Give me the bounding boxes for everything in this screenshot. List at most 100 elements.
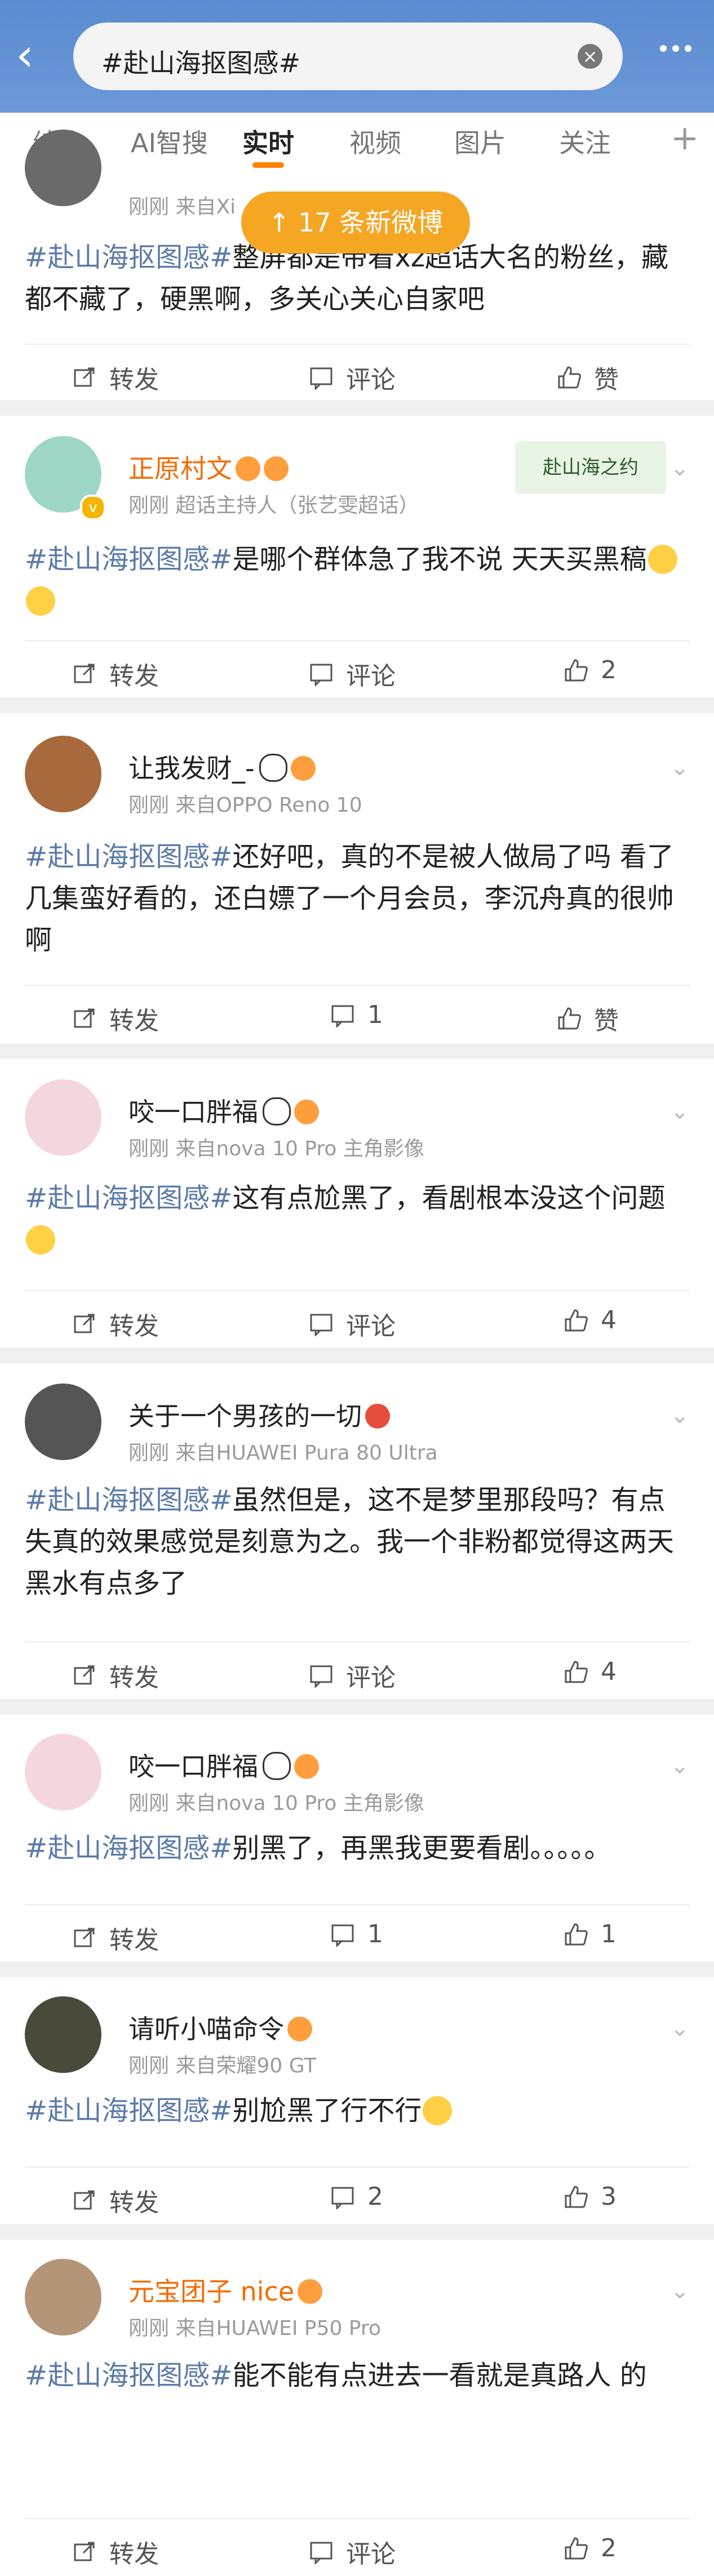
post-meta: 刚刚 来自Xi [128, 195, 236, 219]
post-card[interactable]: v 正原村文 刚刚 超话主持人（张艺雯超话） 赴山海之约 ⌄ #赴山海抠图感#是… [0, 416, 714, 697]
repost-icon [72, 365, 97, 390]
repost-button[interactable]: 转发 [72, 1920, 159, 1956]
repost-button[interactable]: 转发 [72, 1306, 159, 1342]
chevron-down-icon[interactable]: ⌄ [670, 1753, 689, 1779]
chevron-down-icon[interactable]: ⌄ [670, 755, 689, 781]
post-card[interactable]: 咬一口胖福 刚刚 来自nova 10 Pro 主角影像 ⌄ #赴山海抠图感#别黑… [0, 1715, 714, 1961]
post-content: #赴山海抠图感#这有点尬黑了，看剧根本没这个问题 [25, 1177, 690, 1261]
repost-button[interactable]: 转发 [72, 1000, 159, 1036]
like-button[interactable]: 赞 [557, 359, 619, 395]
search-input[interactable]: #赴山海抠图感# [101, 43, 300, 80]
username[interactable]: 让我发财_- [128, 748, 316, 785]
hashtag[interactable]: #赴山海抠图感# [25, 1182, 232, 1214]
username[interactable]: 咬一口胖福 [128, 1746, 319, 1783]
feed-gap [0, 2224, 714, 2240]
dog-emoji-icon [648, 545, 677, 574]
thumbs-up-icon [564, 658, 588, 683]
post-card[interactable]: 关于一个男孩的一切 刚刚 来自HUAWEI Pura 80 Ultra ⌄ #赴… [0, 1363, 714, 1699]
post-card[interactable]: 元宝团子 nice 刚刚 来自HUAWEI P50 Pro ⌄ #赴山海抠图感#… [0, 2240, 714, 2576]
chevron-down-icon[interactable]: ⌄ [670, 2016, 689, 2041]
hashtag[interactable]: #赴山海抠图感# [25, 2095, 232, 2126]
clear-search-icon[interactable]: × [578, 44, 602, 69]
chevron-down-icon[interactable]: ⌄ [670, 1098, 689, 1124]
top-bar: ‹ #赴山海抠图感# × [0, 0, 714, 113]
repost-icon [72, 2188, 97, 2213]
comment-icon [309, 1311, 334, 1337]
tab-bar: 综合 AI智搜 实时 视频 图片 关注 + [0, 113, 714, 170]
verified-badge-icon: v [80, 495, 106, 520]
smirk-emoji-icon [26, 1225, 55, 1254]
thumbs-up-icon [564, 1660, 588, 1684]
back-arrow-icon[interactable]: ‹ [16, 33, 50, 78]
chevron-down-icon[interactable]: ⌄ [670, 1403, 689, 1429]
comment-button[interactable]: 1 [330, 1000, 383, 1029]
feed-gap [0, 697, 714, 713]
tab-following[interactable]: 关注 [559, 123, 611, 160]
post-content: #赴山海抠图感#能不能有点进去一看就是真路人 的 [25, 2355, 690, 2396]
like-button[interactable]: 2 [564, 656, 617, 684]
hashtag[interactable]: #赴山海抠图感# [25, 841, 232, 873]
post-meta: 刚刚 来自nova 10 Pro 主角影像 [128, 1137, 424, 1160]
chevron-down-icon[interactable]: ⌄ [670, 2278, 689, 2304]
avatar[interactable] [25, 1383, 101, 1460]
username[interactable]: 咬一口胖福 [128, 1092, 319, 1129]
avatar[interactable] [25, 1079, 101, 1156]
more-icon[interactable] [660, 45, 691, 52]
comment-button[interactable]: 评论 [309, 656, 396, 692]
avatar[interactable] [25, 736, 101, 812]
action-bar: 转发 评论 赞 [0, 345, 714, 401]
tab-images[interactable]: 图片 [454, 123, 506, 160]
username[interactable]: 请听小喵命令 [128, 2009, 312, 2046]
chevron-down-icon[interactable]: ⌄ [670, 455, 689, 481]
username[interactable]: 关于一个男孩的一切 [128, 1396, 390, 1433]
new-posts-notice[interactable]: ↑ 17 条新微博 [241, 192, 470, 253]
avatar[interactable] [25, 130, 101, 206]
tab-realtime[interactable]: 实时 [242, 123, 294, 160]
hashtag[interactable]: #赴山海抠图感# [25, 2360, 232, 2391]
comment-button[interactable]: 1 [330, 1920, 383, 1948]
username[interactable]: 元宝团子 nice [128, 2271, 323, 2308]
comment-button[interactable]: 评论 [309, 359, 396, 395]
tab-ai-search[interactable]: AI智搜 [131, 123, 208, 160]
like-button[interactable]: 2 [564, 2534, 617, 2562]
post-meta: 刚刚 超话主持人（张艺雯超话） [128, 494, 419, 517]
comment-button[interactable]: 评论 [309, 1657, 396, 1693]
repost-button[interactable]: 转发 [72, 1657, 159, 1693]
hashtag[interactable]: #赴山海抠图感# [25, 1832, 232, 1864]
search-box[interactable]: #赴山海抠图感# × [73, 23, 623, 90]
comment-button[interactable]: 2 [330, 2182, 383, 2211]
tab-video[interactable]: 视频 [349, 123, 401, 160]
like-button[interactable]: 1 [564, 1920, 617, 1948]
panda-badge-icon [263, 1752, 291, 1780]
thumbs-up-icon [564, 1922, 588, 1947]
avatar[interactable] [25, 1734, 101, 1810]
action-bar: 转发 评论 4 [0, 1643, 714, 1699]
post-meta: 刚刚 来自nova 10 Pro 主角影像 [128, 1792, 424, 1815]
repost-icon [72, 1663, 97, 1688]
repost-button[interactable]: 转发 [72, 359, 159, 395]
repost-button[interactable]: 转发 [72, 656, 159, 692]
comment-icon [309, 365, 334, 391]
post-card[interactable]: 咬一口胖福 刚刚 来自nova 10 Pro 主角影像 ⌄ #赴山海抠图感#这有… [0, 1059, 714, 1347]
comment-button[interactable]: 评论 [309, 1306, 396, 1342]
like-button[interactable]: 4 [564, 1657, 617, 1686]
repost-button[interactable]: 转发 [72, 2534, 159, 2570]
badge-icon [365, 1404, 390, 1429]
banner-image[interactable]: 赴山海之约 [515, 441, 666, 494]
add-tab-icon[interactable]: + [671, 118, 699, 158]
avatar[interactable] [25, 2259, 101, 2335]
like-button[interactable]: 3 [564, 2182, 617, 2211]
comment-icon [309, 1663, 334, 1689]
post-card[interactable]: 让我发财_- 刚刚 来自OPPO Reno 10 ⌄ #赴山海抠图感#还好吧，真… [0, 713, 714, 1043]
like-button[interactable]: 赞 [557, 1000, 619, 1036]
hashtag[interactable]: #赴山海抠图感# [25, 1484, 232, 1516]
repost-button[interactable]: 转发 [72, 2182, 159, 2218]
hashtag[interactable]: #赴山海抠图感# [25, 242, 232, 273]
thumbs-up-icon [564, 2185, 588, 2209]
username[interactable]: 正原村文 [128, 448, 289, 486]
comment-button[interactable]: 评论 [309, 2534, 396, 2570]
post-card[interactable]: 请听小喵命令 刚刚 来自荣耀90 GT ⌄ #赴山海抠图感#别尬黑了行不行 转发… [0, 1977, 714, 2224]
avatar[interactable] [25, 1996, 101, 2073]
hashtag[interactable]: #赴山海抠图感# [25, 544, 232, 575]
like-button[interactable]: 4 [564, 1306, 617, 1334]
